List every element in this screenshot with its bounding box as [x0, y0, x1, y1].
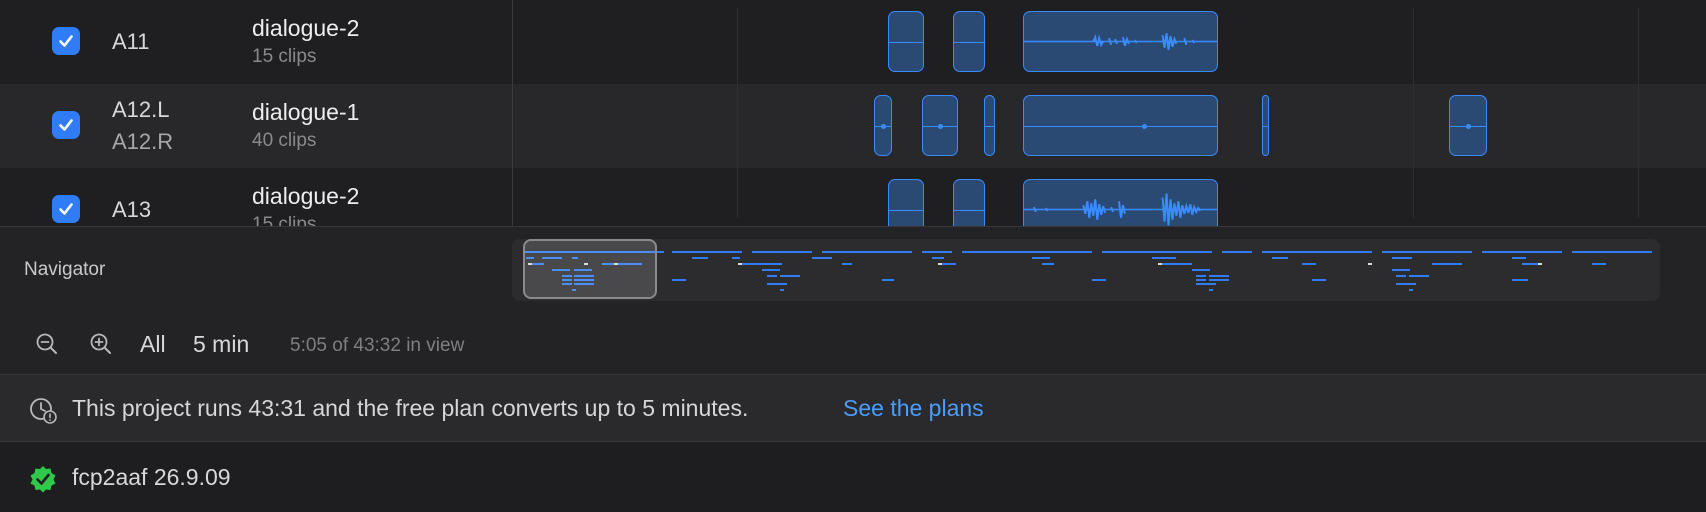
in-view-status: 5:05 of 43:32 in view	[290, 335, 465, 356]
see-plans-link[interactable]: See the plans	[843, 395, 984, 422]
navigator-overview[interactable]	[512, 239, 1660, 301]
audio-clip[interactable]	[1023, 179, 1218, 226]
track-row: A13 dialogue-2 15 clips	[0, 168, 1706, 226]
track-name: dialogue-2	[252, 15, 360, 41]
audio-clip[interactable]	[922, 95, 958, 156]
navigator-minimap	[524, 251, 1652, 291]
navigator-viewport-handle[interactable]	[523, 239, 657, 299]
plan-limit-banner: This project runs 43:31 and the free pla…	[0, 374, 1706, 442]
zoom-out-icon	[36, 333, 57, 354]
audio-clip[interactable]	[1023, 11, 1218, 72]
navigator-panel: Navigator All 5 min 5:05 of 43:32 in vie…	[0, 226, 1706, 374]
timeline-gridline	[1638, 8, 1639, 218]
audio-clip[interactable]	[953, 179, 985, 226]
track-id-secondary: A12.R	[112, 129, 174, 154]
column-divider	[512, 0, 513, 226]
audio-clip[interactable]	[984, 95, 995, 156]
zoom-5min-button[interactable]: 5 min	[193, 331, 249, 358]
audio-clip[interactable]	[888, 179, 924, 226]
clock-alert-icon	[30, 398, 57, 424]
checkmark-icon	[59, 35, 73, 47]
zoom-in-button[interactable]	[86, 329, 116, 359]
timeline-gridline	[737, 8, 738, 218]
track-name: dialogue-2	[252, 183, 360, 209]
audio-clip[interactable]	[888, 11, 924, 72]
waveform	[1024, 193, 1217, 226]
track-id: A13	[112, 197, 152, 222]
track-enable-checkbox[interactable]	[52, 27, 80, 55]
audio-clip[interactable]	[874, 95, 892, 156]
track-enable-checkbox[interactable]	[52, 195, 80, 223]
track-clip-count: 40 clips	[252, 130, 317, 151]
app-version: fcp2aaf 26.9.09	[72, 464, 231, 490]
track-clip-count: 15 clips	[252, 214, 317, 226]
checkmark-icon	[59, 119, 73, 131]
status-footer: fcp2aaf 26.9.09	[0, 442, 1706, 512]
zoom-all-button[interactable]: All	[140, 331, 166, 358]
track-enable-checkbox[interactable]	[52, 111, 80, 139]
track-row: A11 dialogue-2 15 clips	[0, 0, 1706, 84]
audio-clip[interactable]	[1023, 95, 1218, 156]
banner-message: This project runs 43:31 and the free pla…	[72, 395, 749, 421]
timeline-gridline	[1413, 8, 1414, 218]
track-id: A11	[112, 29, 150, 54]
verified-badge-icon	[30, 466, 56, 493]
audio-clip[interactable]	[1449, 95, 1487, 156]
zoom-out-button[interactable]	[32, 329, 62, 359]
navigator-label: Navigator	[24, 259, 106, 280]
zoom-in-icon	[90, 333, 111, 354]
track-list: A11 dialogue-2 15 clips A12.L A12.R dial…	[0, 0, 1706, 226]
zoom-controls: All 5 min 5:05 of 43:32 in view	[0, 321, 1706, 365]
audio-clip[interactable]	[1262, 95, 1269, 156]
track-clip-count: 15 clips	[252, 46, 317, 67]
checkmark-icon	[59, 203, 73, 215]
waveform	[1024, 33, 1217, 50]
audio-clip[interactable]	[953, 11, 985, 72]
track-id: A12.L	[112, 97, 170, 122]
track-name: dialogue-1	[252, 99, 360, 125]
